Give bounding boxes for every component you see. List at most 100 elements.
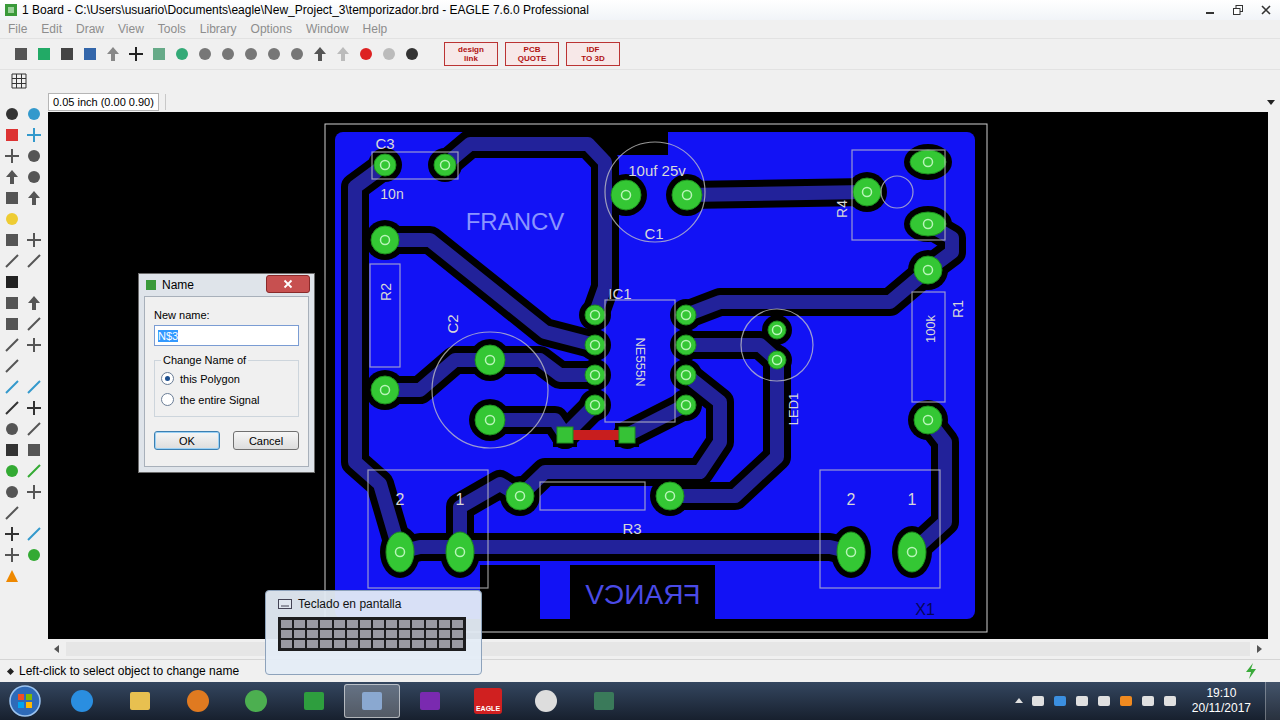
toolbar-button[interactable] xyxy=(171,43,193,65)
toolbar-button[interactable] xyxy=(33,43,55,65)
tool-icon[interactable] xyxy=(4,568,20,584)
tray-icon[interactable] xyxy=(1140,693,1156,709)
lightning-icon[interactable] xyxy=(1244,663,1258,679)
menu-item[interactable]: Edit xyxy=(34,20,69,38)
tool-icon[interactable] xyxy=(26,463,42,479)
board-label[interactable]: 10n xyxy=(380,186,403,202)
tool-icon[interactable] xyxy=(26,421,42,437)
tool-icon[interactable] xyxy=(26,127,42,143)
trace[interactable] xyxy=(687,192,866,195)
tray-icon[interactable] xyxy=(1118,693,1134,709)
tool-icon[interactable] xyxy=(4,295,20,311)
tray-icon[interactable] xyxy=(1162,693,1178,709)
dialog-button[interactable]: OK xyxy=(154,431,220,450)
tool-icon[interactable] xyxy=(26,547,42,563)
pad[interactable] xyxy=(853,178,881,206)
tool-icon[interactable] xyxy=(4,358,20,374)
board-label[interactable]: X1 xyxy=(915,601,935,618)
board-label[interactable]: 10uf 25v xyxy=(628,162,686,179)
link-button[interactable]: PCBQUOTE xyxy=(505,42,559,66)
tray-icon[interactable] xyxy=(1030,693,1046,709)
tool-icon[interactable] xyxy=(4,106,20,122)
trace[interactable] xyxy=(520,375,720,496)
command-line[interactable] xyxy=(165,94,1260,110)
tool-icon[interactable] xyxy=(4,442,20,458)
pad[interactable] xyxy=(656,482,684,510)
board-label[interactable]: 1 xyxy=(908,491,917,508)
link-button[interactable]: IDFTO 3D xyxy=(566,42,620,66)
link-button[interactable]: designlink xyxy=(444,42,498,66)
pad[interactable] xyxy=(898,532,926,572)
tool-icon[interactable] xyxy=(4,526,20,542)
tool-icon[interactable] xyxy=(4,148,20,164)
menu-item[interactable]: Tools xyxy=(151,20,193,38)
toolbar-button[interactable] xyxy=(148,43,170,65)
grid-icon[interactable] xyxy=(11,73,27,89)
tool-icon[interactable] xyxy=(4,379,20,395)
tool-icon[interactable] xyxy=(26,337,42,353)
tool-icon[interactable] xyxy=(4,400,20,416)
menu-item[interactable]: Help xyxy=(356,20,395,38)
trace[interactable] xyxy=(686,270,928,315)
tool-icon[interactable] xyxy=(26,106,42,122)
name-input[interactable]: N$3 xyxy=(154,325,299,346)
tool-icon[interactable] xyxy=(4,337,20,353)
pad[interactable] xyxy=(434,154,456,176)
trace[interactable] xyxy=(445,144,605,315)
trace[interactable] xyxy=(490,360,595,375)
tool-icon[interactable] xyxy=(4,547,20,563)
radio-option[interactable]: the entire Signal xyxy=(161,389,292,410)
menu-item[interactable]: Draw xyxy=(69,20,111,38)
restore-button[interactable] xyxy=(1224,0,1252,20)
pad[interactable] xyxy=(676,395,696,415)
toolbar-button[interactable] xyxy=(125,43,147,65)
scroll-right-icon[interactable] xyxy=(1254,644,1264,654)
board-label[interactable]: IC1 xyxy=(608,285,631,302)
tool-icon[interactable] xyxy=(4,232,20,248)
tool-icon[interactable] xyxy=(4,253,20,269)
tool-icon[interactable] xyxy=(26,484,42,500)
toolbar-button[interactable] xyxy=(217,43,239,65)
taskbar-app[interactable] xyxy=(170,684,226,718)
tray-icon[interactable] xyxy=(1074,693,1090,709)
close-button[interactable] xyxy=(1252,0,1280,20)
pad[interactable] xyxy=(506,482,534,510)
taskbar-app[interactable] xyxy=(54,684,110,718)
dialog-button[interactable]: Cancel xyxy=(233,431,299,450)
taskbar-app[interactable] xyxy=(286,684,342,718)
taskbar-app[interactable] xyxy=(112,684,168,718)
tool-icon[interactable] xyxy=(4,421,20,437)
pad[interactable] xyxy=(910,212,946,236)
tool-icon[interactable] xyxy=(26,526,42,542)
smd-pad[interactable] xyxy=(557,427,573,443)
trace[interactable] xyxy=(385,240,595,345)
tool-icon[interactable] xyxy=(4,463,20,479)
tool-icon[interactable] xyxy=(26,253,42,269)
tool-icon[interactable] xyxy=(4,190,20,206)
pad[interactable] xyxy=(676,365,696,385)
tool-icon[interactable] xyxy=(26,295,42,311)
tool-icon[interactable] xyxy=(26,442,42,458)
pad[interactable] xyxy=(611,180,641,210)
dropdown-arrow-icon[interactable] xyxy=(1266,97,1276,107)
trace[interactable] xyxy=(686,345,777,360)
pad[interactable] xyxy=(374,154,396,176)
toolbar-button[interactable] xyxy=(332,43,354,65)
board-label[interactable]: R1 xyxy=(950,300,966,318)
tool-icon[interactable] xyxy=(4,484,20,500)
toolbar-button[interactable] xyxy=(240,43,262,65)
pad[interactable] xyxy=(768,321,786,339)
pad[interactable] xyxy=(371,376,399,404)
tool-icon[interactable] xyxy=(4,127,20,143)
tool-icon[interactable] xyxy=(4,169,20,185)
taskbar-app[interactable] xyxy=(576,684,632,718)
smd-pad[interactable] xyxy=(619,427,635,443)
taskbar-app[interactable]: EAGLE xyxy=(460,684,516,718)
start-button[interactable] xyxy=(0,684,50,718)
pad[interactable] xyxy=(914,406,942,434)
radio-option[interactable]: this Polygon xyxy=(161,368,292,389)
menu-item[interactable]: View xyxy=(111,20,151,38)
tool-icon[interactable] xyxy=(26,169,42,185)
pad[interactable] xyxy=(386,532,414,572)
tray-icon[interactable] xyxy=(1096,693,1112,709)
